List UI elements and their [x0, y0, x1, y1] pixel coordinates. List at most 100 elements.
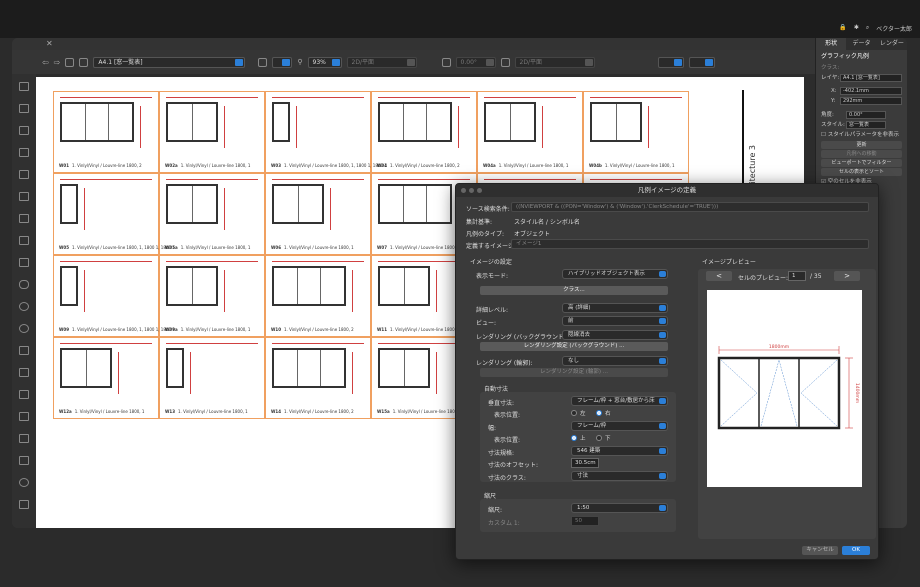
plane-select-2[interactable]: 2D/平面 [514, 56, 595, 68]
flyover-tool-icon[interactable] [19, 126, 29, 135]
text-tool-icon[interactable] [19, 148, 29, 157]
minimize-dot-icon[interactable] [469, 188, 474, 193]
radio-on-icon[interactable] [596, 410, 602, 416]
radio-off-icon[interactable] [596, 435, 602, 441]
schedule-cell[interactable]: W05a 1. Vinlyl/Vinyl / Louvre-line 1800, … [159, 173, 265, 255]
schedule-cell[interactable]: W14 1. Vinlyl/Vinyl / Louvre-line 1800, 2 [265, 337, 371, 419]
cancel-button[interactable]: キャンセル [802, 546, 838, 555]
schedule-cell[interactable]: W04b 1. Vinlyl/Vinyl / Louvre-line 1800, … [583, 91, 689, 173]
x-field[interactable]: -402.1mm [840, 87, 902, 95]
viewport-filter-button[interactable]: ビューポートでフィルター [821, 159, 902, 167]
scale-select[interactable]: 1:50 [571, 503, 668, 513]
v-pos-right-radio[interactable]: 右 [596, 409, 611, 417]
dim-standard-select[interactable]: 546 建築 [571, 446, 668, 456]
view-select[interactable]: 前 [562, 316, 668, 326]
search-icon[interactable]: ⌕ [866, 24, 869, 33]
regular-polygon-tool-icon[interactable] [19, 456, 29, 465]
next-cell-button[interactable]: > [834, 271, 860, 281]
prev-cell-button[interactable]: < [706, 271, 732, 281]
render-fg-select[interactable]: なし [562, 356, 668, 366]
show-legend-button[interactable]: 凡例への移動 [821, 150, 902, 158]
radio-off-icon[interactable] [571, 410, 577, 416]
loci-tool-icon[interactable] [19, 500, 29, 509]
spiral-tool-icon[interactable] [19, 478, 29, 487]
angle-field[interactable]: 0.00° [455, 56, 496, 68]
plane-icon[interactable] [500, 57, 510, 67]
close-dot-icon[interactable] [461, 188, 466, 193]
line-tool-icon[interactable] [19, 214, 29, 223]
schedule-cell[interactable]: W09 1. Vinlyl/Vinyl / Louvre-line 1800, 1… [53, 255, 175, 337]
render-bg-settings-button[interactable]: レンダリング設定 (バックグラウンド) ... [480, 342, 668, 351]
cell-show-sort-button[interactable]: セルの表示とソート [821, 168, 902, 176]
update-button[interactable]: 更新 [821, 141, 902, 149]
rectangle-tool-icon[interactable] [19, 258, 29, 267]
schedule-cell[interactable]: W12a 1. Vinlyl/Vinyl / Louvre-line 1800, … [53, 337, 159, 419]
tab-data[interactable]: データ [846, 38, 876, 50]
view-icon[interactable] [258, 57, 268, 67]
schedule-cell[interactable]: W02a 1. Vinlyl/Vinyl / Louvre-line 1800, … [159, 91, 265, 173]
angle-field[interactable]: 0.00° [846, 111, 886, 119]
render-mode-select[interactable] [657, 56, 684, 68]
polygon-tool-icon[interactable] [19, 434, 29, 443]
view-select[interactable] [272, 56, 293, 68]
h-pos-bottom-radio[interactable]: 下 [596, 434, 611, 442]
undo-icon[interactable]: ⇦ [42, 58, 49, 67]
sheet-layer-select[interactable]: A4.1 [窓一覧表] [93, 56, 246, 68]
circle-tool-icon[interactable] [19, 302, 29, 311]
define-image-select[interactable]: イメージ1 [511, 239, 869, 249]
polyline-tool-icon[interactable] [19, 412, 29, 421]
tab-render[interactable]: レンダー [877, 38, 907, 50]
close-icon[interactable]: ✕ [46, 39, 53, 48]
h-pos-top-radio[interactable]: 上 [571, 434, 586, 442]
schedule-cell[interactable]: W10 1. Vinlyl/Vinyl / Louvre-line 1800, 2 [265, 255, 371, 337]
preview-cell-input[interactable]: 1 [788, 271, 806, 281]
checkbox-icon[interactable]: ☐ [821, 132, 828, 138]
lock-icon[interactable]: 🔒 [839, 24, 846, 33]
user-menu[interactable]: ベクター太郎 [876, 24, 912, 33]
quarter-arc-tool-icon[interactable] [19, 368, 29, 377]
schedule-cell[interactable]: W04 1. Vinlyl/Vinyl / Louvre-line 1800, 2 [371, 91, 477, 173]
source-criteria-field[interactable]: ((NVIEWPORT & ((PON='Window') & ('Window… [511, 202, 869, 212]
redo-icon[interactable]: ⇨ [54, 58, 61, 67]
width-select[interactable]: フレーム/枠 [571, 421, 668, 431]
projection-select[interactable] [688, 56, 715, 68]
dim-class-select[interactable]: 寸法 [571, 471, 668, 481]
schedule-cell[interactable]: W09a 1. Vinlyl/Vinyl / Louvre-line 1800, … [159, 255, 265, 337]
schedule-cell[interactable]: W04a 1. Vinlyl/Vinyl / Louvre-line 1800, … [477, 91, 583, 173]
callout-tool-icon[interactable] [19, 170, 29, 179]
schedule-cell[interactable]: W01 1. Vinlyl/Vinyl / Louvre-line 1800, 2 [53, 91, 159, 173]
wifi-icon[interactable]: ✱ [854, 24, 859, 33]
zoom-select[interactable]: 93% [307, 56, 342, 68]
ok-button[interactable]: OK [842, 546, 870, 555]
double-line-tool-icon[interactable] [19, 236, 29, 245]
layer-field[interactable]: A4.1 [窓一覧表] [840, 74, 902, 82]
tab-shape[interactable]: 形状 [816, 38, 847, 50]
class-button[interactable]: クラス... [480, 286, 668, 295]
style-field[interactable]: 窓一覧表 [846, 121, 886, 129]
rounded-rect-tool-icon[interactable] [19, 280, 29, 289]
custom-scale-input[interactable]: 50 [571, 516, 599, 526]
render-fg-settings-button[interactable]: レンダリング設定 (輪郭) ... [480, 368, 668, 377]
dimension-tool-icon[interactable] [19, 192, 29, 201]
freehand-tool-icon[interactable] [19, 390, 29, 399]
vertical-dim-select[interactable]: フレーム/枠 + 窓台/敷居から床 [571, 396, 668, 406]
plane-select-1[interactable]: 2D/平面 [346, 56, 417, 68]
schedule-cell[interactable]: W06 1. Vinlyl/Vinyl / Louvre-line 1800, 1 [265, 173, 371, 255]
schedule-cell[interactable]: W05 1. Vinlyl/Vinyl / Louvre-line 1800, 1… [53, 173, 175, 255]
rotate-icon[interactable] [441, 57, 451, 67]
layers-icon[interactable] [65, 57, 75, 67]
zoom-dot-icon[interactable] [477, 188, 482, 193]
radio-on-icon[interactable] [571, 435, 577, 441]
schedule-cell[interactable]: W13 1. Vinlyl/Vinyl / Louvre-line 1800, 1 [159, 337, 265, 419]
oval-tool-icon[interactable] [19, 324, 29, 333]
display-mode-select[interactable]: ハイブリッドオブジェクト表示 [562, 269, 668, 279]
zoom-icon[interactable]: ⚲ [297, 58, 302, 66]
hide-style-params-row[interactable]: ☐ スタイルパラメータを非表示 [816, 130, 907, 140]
y-field[interactable]: 292mm [840, 97, 902, 105]
schedule-cell[interactable]: W03 1. Vinlyl/Vinyl / Louvre-line 1800, 1… [265, 91, 387, 173]
render-bg-select[interactable]: 隠線消去 [562, 330, 668, 340]
dim-offset-input[interactable]: 30.5cm [571, 458, 599, 468]
v-pos-left-radio[interactable]: 左 [571, 409, 586, 417]
detail-level-select[interactable]: 高 (詳細) [562, 303, 668, 313]
pan-tool-icon[interactable] [19, 104, 29, 113]
